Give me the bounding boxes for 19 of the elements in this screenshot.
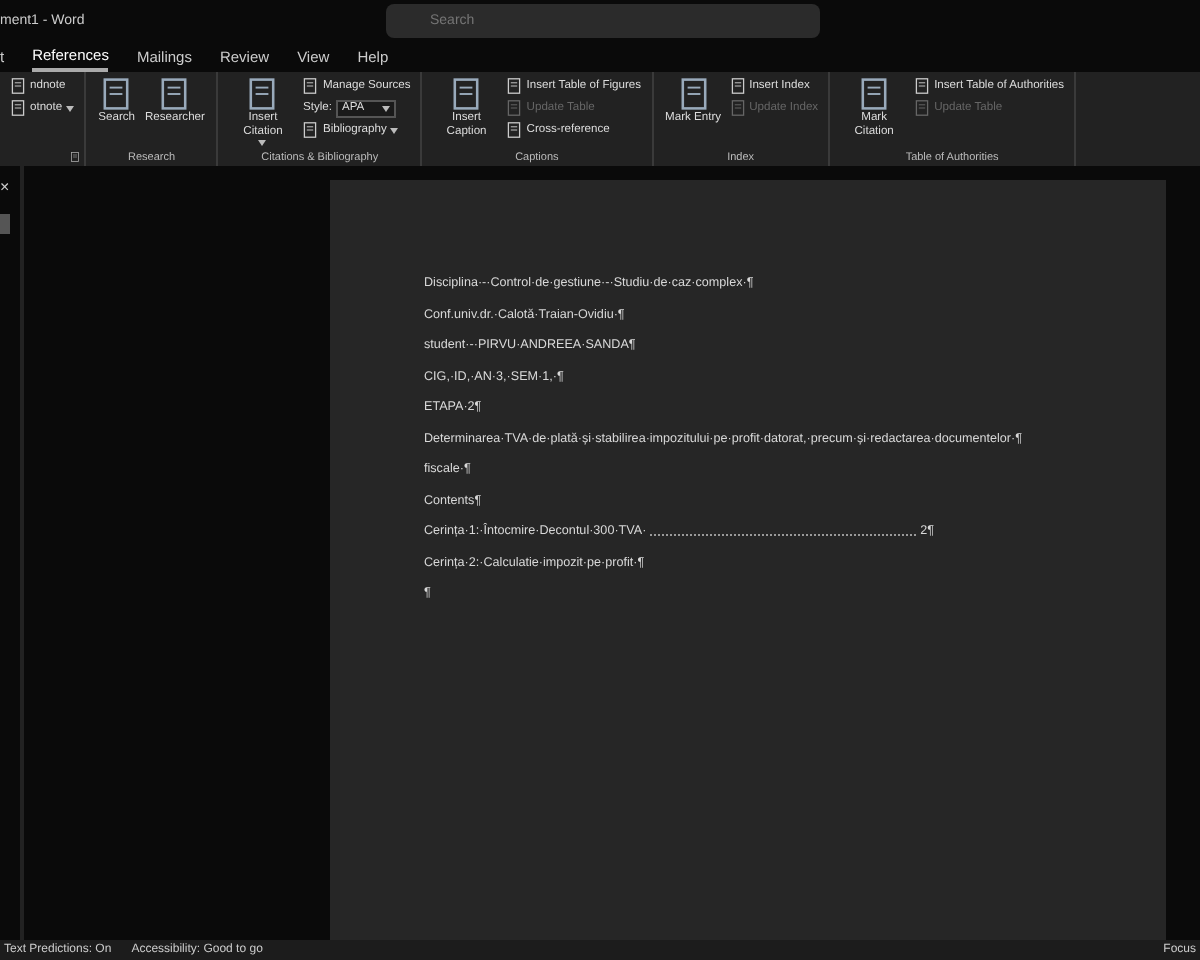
document-icon <box>10 100 26 116</box>
document-icon <box>158 76 191 112</box>
dialog-launcher-icon[interactable] <box>70 152 81 162</box>
document-icon <box>246 76 279 112</box>
document-icon <box>506 78 523 94</box>
document-icon <box>914 100 931 116</box>
document-icon <box>506 100 523 116</box>
document-icon <box>302 78 319 94</box>
document-icon <box>506 122 523 138</box>
document-icon <box>858 76 891 112</box>
document-icon <box>914 78 931 94</box>
close-button[interactable]: × <box>0 180 10 196</box>
document-icon <box>677 76 710 112</box>
document-icon <box>450 76 483 112</box>
document-icon <box>302 122 319 138</box>
document-icon <box>729 100 746 116</box>
document-icon <box>729 78 746 94</box>
document-icon <box>100 76 133 112</box>
document-icon <box>10 78 26 94</box>
